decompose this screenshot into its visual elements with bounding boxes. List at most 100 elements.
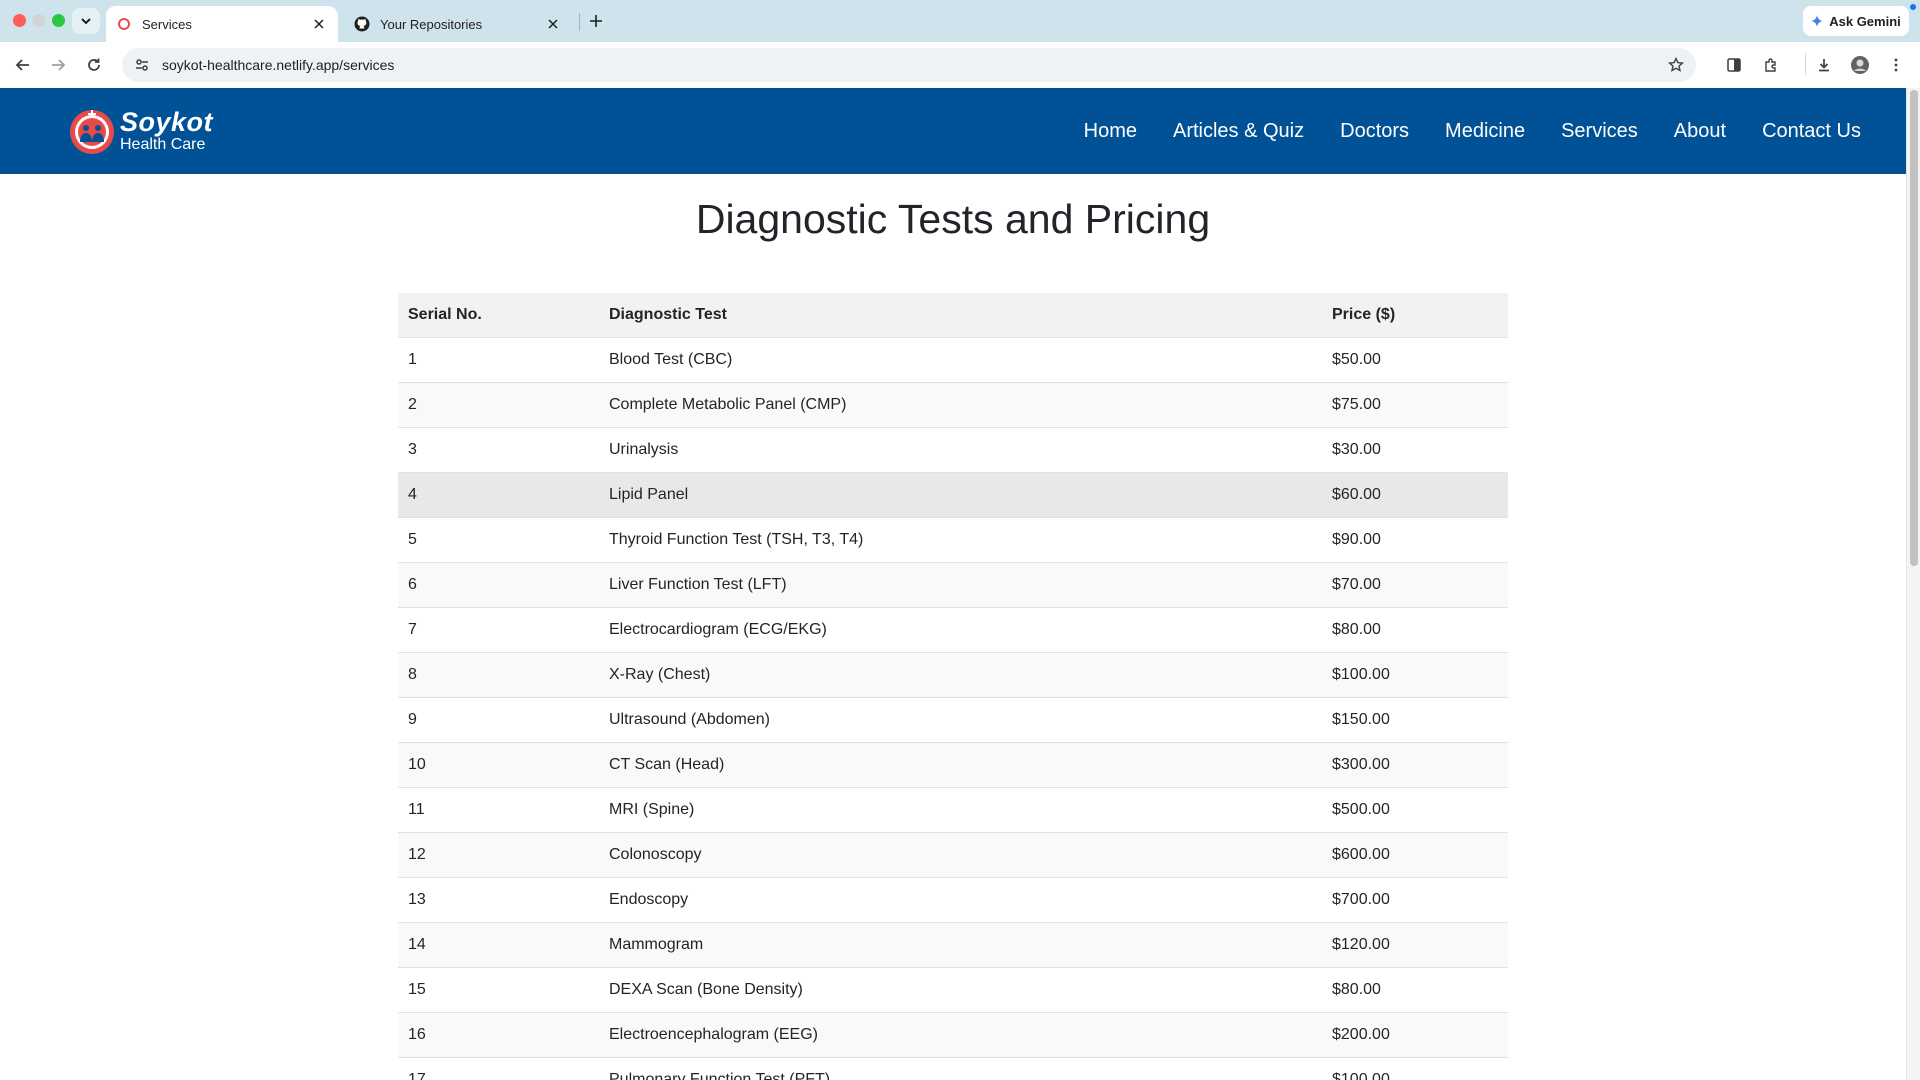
- table-row: 8 X-Ray (Chest) $100.00: [398, 652, 1508, 698]
- test-name-cell: X-Ray (Chest): [599, 652, 1322, 698]
- new-tab-button[interactable]: [584, 9, 608, 33]
- serial-cell: 17: [398, 1057, 599, 1080]
- more-vert-icon: [1894, 58, 1898, 72]
- sparkle-icon: [1811, 15, 1824, 27]
- address-bar[interactable]: soykot-healthcare.netlify.app/services: [122, 48, 1696, 82]
- tab-title: Services: [142, 16, 192, 32]
- serial-cell: 10: [398, 742, 599, 788]
- nav-medicine[interactable]: Medicine: [1445, 120, 1525, 143]
- nav-services[interactable]: Services: [1561, 120, 1638, 143]
- price-cell: $30.00: [1322, 427, 1508, 473]
- test-name-cell: Pulmonary Function Test (PFT): [599, 1057, 1322, 1080]
- test-name-cell: Endoscopy: [599, 877, 1322, 923]
- table-row: 6 Liver Function Test (LFT) $70.00: [398, 562, 1508, 608]
- puzzle-icon: [1765, 58, 1776, 72]
- price-cell: $200.00: [1322, 1012, 1508, 1058]
- header-diagnostic-test: Diagnostic Test: [599, 293, 1322, 338]
- serial-cell: 4: [398, 472, 599, 518]
- price-cell: $90.00: [1322, 517, 1508, 563]
- back-button[interactable]: [9, 51, 37, 79]
- serial-cell: 11: [398, 787, 599, 833]
- forward-button[interactable]: [44, 51, 72, 79]
- price-cell: $300.00: [1322, 742, 1508, 788]
- price-cell: $100.00: [1322, 652, 1508, 698]
- close-window-button[interactable]: [13, 14, 26, 27]
- site-settings-icon[interactable]: [122, 57, 162, 73]
- serial-cell: 14: [398, 922, 599, 968]
- test-name-cell: Electrocardiogram (ECG/EKG): [599, 607, 1322, 653]
- tab-services[interactable]: Services: [106, 6, 338, 42]
- header-serial-no: Serial No.: [398, 293, 599, 338]
- nav-contact-us[interactable]: Contact Us: [1762, 120, 1861, 143]
- arrow-right-icon: [52, 59, 66, 71]
- ask-gemini-label: Ask Gemini: [1829, 13, 1901, 29]
- close-icon[interactable]: [310, 15, 328, 33]
- logo-heart-icon: [70, 110, 114, 154]
- serial-cell: 8: [398, 652, 599, 698]
- tab-separator: [579, 13, 580, 31]
- test-name-cell: Colonoscopy: [599, 832, 1322, 878]
- test-name-cell: Lipid Panel: [599, 472, 1322, 518]
- table-row: 15 DEXA Scan (Bone Density) $80.00: [398, 967, 1508, 1013]
- test-name-cell: Thyroid Function Test (TSH, T3, T4): [599, 517, 1322, 563]
- ask-gemini-button[interactable]: Ask Gemini: [1803, 6, 1909, 36]
- price-cell: $50.00: [1322, 337, 1508, 383]
- bookmark-star-icon[interactable]: [1656, 57, 1696, 73]
- header-price: Price ($): [1322, 293, 1508, 338]
- downloads-button[interactable]: [1810, 51, 1838, 79]
- tab-title: Your Repositories: [380, 16, 483, 32]
- table-row: 17 Pulmonary Function Test (PFT) $100.00: [398, 1057, 1508, 1080]
- table-row: 2 Complete Metabolic Panel (CMP) $75.00: [398, 382, 1508, 428]
- table-row: 16 Electroencephalogram (EEG) $200.00: [398, 1012, 1508, 1058]
- table-row: 4 Lipid Panel $60.00: [398, 472, 1508, 518]
- nav-articles-quiz[interactable]: Articles & Quiz: [1173, 120, 1304, 143]
- serial-cell: 2: [398, 382, 599, 428]
- toolbar-separator: [1805, 53, 1806, 75]
- serial-cell: 12: [398, 832, 599, 878]
- nav-about[interactable]: About: [1674, 120, 1726, 143]
- logo-name: Soykot: [120, 107, 214, 137]
- table-row: 11 MRI (Spine) $500.00: [398, 787, 1508, 833]
- table-row: 13 Endoscopy $700.00: [398, 877, 1508, 923]
- tab-strip: Services Your Repositories Ask Gemini: [0, 0, 1920, 42]
- site-logo[interactable]: Soykot Health Care: [68, 104, 213, 158]
- close-icon[interactable]: [544, 15, 562, 33]
- site-favicon-icon: [116, 16, 132, 32]
- serial-cell: 6: [398, 562, 599, 608]
- test-name-cell: CT Scan (Head): [599, 742, 1322, 788]
- page-scrollbar[interactable]: [1906, 88, 1920, 1080]
- nav-doctors[interactable]: Doctors: [1340, 120, 1409, 143]
- profile-button[interactable]: [1846, 51, 1874, 79]
- site-navbar: Soykot Health Care Home Articles & Quiz …: [0, 88, 1906, 174]
- price-cell: $700.00: [1322, 877, 1508, 923]
- reload-button[interactable]: [80, 51, 108, 79]
- serial-cell: 1: [398, 337, 599, 383]
- notification-dot: [1910, 4, 1916, 10]
- maximize-window-button[interactable]: [52, 14, 65, 27]
- table-row: 7 Electrocardiogram (ECG/EKG) $80.00: [398, 607, 1508, 653]
- test-name-cell: Blood Test (CBC): [599, 337, 1322, 383]
- table-row: 14 Mammogram $120.00: [398, 922, 1508, 968]
- extensions-button[interactable]: [1757, 51, 1785, 79]
- price-cell: $120.00: [1322, 922, 1508, 968]
- main-menu: Home Articles & Quiz Doctors Medicine Se…: [1084, 88, 1861, 174]
- minimize-window-button[interactable]: [32, 14, 45, 27]
- price-cell: $80.00: [1322, 607, 1508, 653]
- serial-cell: 9: [398, 697, 599, 743]
- download-icon: [1819, 59, 1829, 72]
- serial-cell: 16: [398, 1012, 599, 1058]
- serial-cell: 15: [398, 967, 599, 1013]
- tab-your-repositories[interactable]: Your Repositories: [344, 6, 572, 42]
- page-title: Diagnostic Tests and Pricing: [695, 196, 1211, 242]
- tab-search-button[interactable]: [72, 8, 100, 34]
- table-row: 9 Ultrasound (Abdomen) $150.00: [398, 697, 1508, 743]
- plus-icon: [590, 15, 602, 27]
- scrollbar-thumb[interactable]: [1910, 90, 1918, 566]
- nav-home[interactable]: Home: [1084, 120, 1137, 143]
- pricing-table-container: Serial No. Diagnostic Test Price ($) 1 Bl…: [398, 293, 1508, 1080]
- browser-menu-button[interactable]: [1882, 51, 1910, 79]
- price-cell: $500.00: [1322, 787, 1508, 833]
- reading-list-button[interactable]: [1720, 51, 1748, 79]
- reload-icon: [88, 58, 100, 71]
- github-icon: [354, 16, 370, 32]
